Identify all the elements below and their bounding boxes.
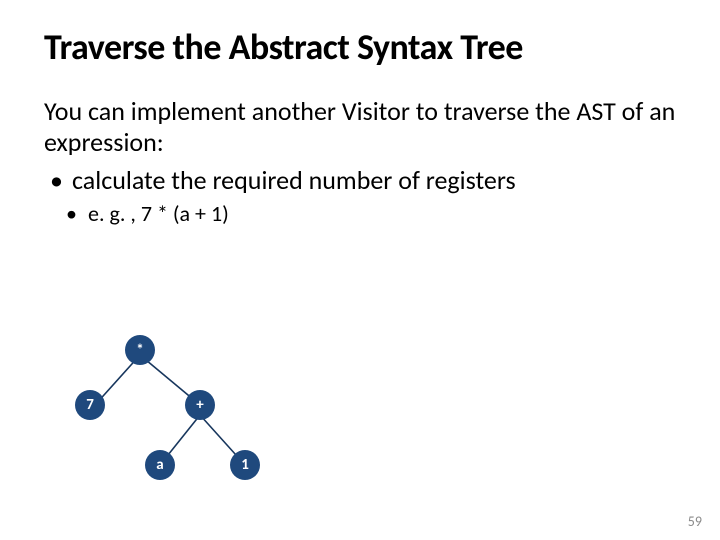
bullet-level-2: e. g. , 7 * (a + 1) bbox=[44, 200, 676, 229]
page-number: 59 bbox=[688, 513, 702, 530]
tree-node-left: 7 bbox=[75, 390, 105, 420]
tree-node-right-left: a bbox=[145, 450, 175, 480]
ast-tree: * 7 + a 1 bbox=[60, 330, 320, 510]
tree-edges bbox=[60, 330, 320, 510]
slide: Traverse the Abstract Syntax Tree You ca… bbox=[0, 0, 720, 540]
tree-node-right: + bbox=[185, 390, 215, 420]
bullet-level-1: calculate the required number of registe… bbox=[44, 164, 676, 197]
slide-title: Traverse the Abstract Syntax Tree bbox=[44, 28, 676, 68]
tree-node-right-right: 1 bbox=[230, 450, 260, 480]
tree-node-root: * bbox=[125, 335, 155, 365]
intro-text: You can implement another Visitor to tra… bbox=[44, 96, 676, 158]
